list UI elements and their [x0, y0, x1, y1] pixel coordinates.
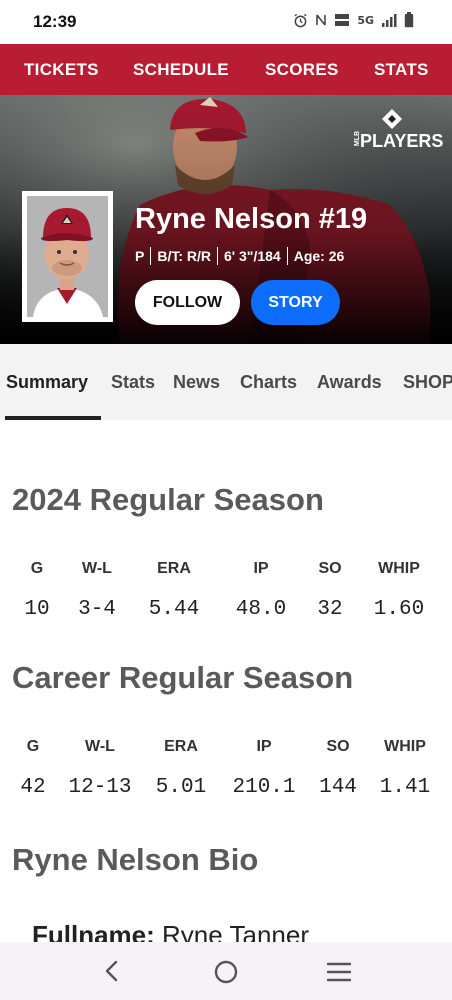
- status-time: 12:39: [33, 12, 77, 31]
- season-value-whip: 1.60: [373, 598, 425, 621]
- player-position: P: [135, 248, 145, 264]
- status-bar: 12:39 5G: [0, 0, 452, 44]
- career-value-ip: 210.1: [232, 776, 296, 799]
- tabs-bar: Summary Stats News Charts Awards SHOP: [0, 344, 452, 420]
- mlb-players-logo: MLB PLAYERS: [352, 107, 444, 157]
- tab-stats[interactable]: Stats: [111, 372, 155, 393]
- tab-summary[interactable]: Summary: [6, 372, 88, 393]
- player-headshot: [22, 191, 113, 322]
- nav-tickets[interactable]: TICKETS: [24, 60, 99, 80]
- career-header-wl: W-L: [85, 738, 115, 755]
- career-value-wl: 12-13: [68, 776, 132, 799]
- follow-button[interactable]: FOLLOW: [135, 280, 240, 325]
- season-value-ip: 48.0: [235, 598, 287, 621]
- season-header-whip: WHIP: [378, 560, 420, 577]
- players-logo-text: PLAYERS: [360, 131, 444, 151]
- season-header-ip: IP: [253, 560, 269, 577]
- player-height-weight: 6' 3"/184: [224, 248, 281, 264]
- alarm-icon: [294, 13, 307, 27]
- career-value-whip: 1.41: [379, 776, 431, 799]
- bio-fullname: Fullname: Ryne Tanner: [32, 920, 309, 942]
- season-header-g: G: [30, 560, 44, 577]
- back-icon[interactable]: [101, 959, 123, 983]
- bio-fullname-label: Fullname:: [32, 920, 155, 942]
- career-value-era: 5.01: [155, 776, 207, 799]
- career-header-whip: WHIP: [384, 738, 426, 755]
- system-nav-bar: [0, 942, 452, 1000]
- career-value-so: 144: [319, 776, 357, 799]
- nav-stats[interactable]: STATS: [374, 60, 429, 80]
- player-hero: MLB PLAYERS Ryne Nelson #19 P B/T: R/R 6…: [0, 95, 452, 344]
- story-button[interactable]: STORY: [251, 280, 340, 325]
- player-meta: P B/T: R/R 6' 3"/184 Age: 26: [135, 247, 344, 265]
- recents-icon[interactable]: [326, 961, 352, 983]
- nav-scores[interactable]: SCORES: [265, 60, 339, 80]
- meta-divider: [150, 247, 152, 265]
- player-age: Age: 26: [293, 248, 345, 264]
- nav-schedule[interactable]: SCHEDULE: [133, 60, 229, 80]
- bio-title: Ryne Nelson Bio: [12, 842, 259, 877]
- nfc-icon: [316, 14, 327, 26]
- season-header-so: SO: [318, 560, 342, 577]
- bio-fullname-value: Ryne Tanner: [162, 920, 309, 942]
- tab-news[interactable]: News: [173, 372, 220, 393]
- player-name: Ryne Nelson #19: [135, 203, 368, 235]
- tab-shop[interactable]: SHOP: [403, 372, 452, 393]
- career-header-so: SO: [326, 738, 350, 755]
- volte-icon: [335, 14, 350, 26]
- career-header-g: G: [26, 738, 40, 755]
- season-header-era: ERA: [157, 560, 191, 577]
- network-type: 5G: [357, 13, 374, 27]
- top-nav: TICKETS SCHEDULE SCORES STATS: [0, 44, 452, 95]
- status-icons: 5G: [293, 12, 414, 28]
- tab-awards[interactable]: Awards: [317, 372, 382, 393]
- season-value-era: 5.44: [148, 598, 200, 621]
- meta-divider: [286, 247, 288, 265]
- headshot-photo: [27, 196, 108, 317]
- summary-content: 2024 Regular Season G W-L ERA IP SO WHIP…: [0, 420, 452, 942]
- battery-icon: [404, 12, 414, 28]
- career-header-era: ERA: [164, 738, 198, 755]
- tab-charts[interactable]: Charts: [240, 372, 297, 393]
- season-value-wl: 3-4: [78, 598, 116, 621]
- career-title: Career Regular Season: [12, 660, 354, 695]
- season-value-so: 32: [317, 598, 343, 621]
- career-value-g: 42: [20, 776, 46, 799]
- season-title: 2024 Regular Season: [12, 482, 324, 517]
- player-bats-throws: B/T: R/R: [157, 248, 212, 264]
- signal-icon: [382, 14, 397, 27]
- career-header-ip: IP: [256, 738, 272, 755]
- season-header-wl: W-L: [82, 560, 112, 577]
- season-value-g: 10: [24, 598, 50, 621]
- home-icon[interactable]: [213, 959, 239, 985]
- meta-divider: [217, 247, 219, 265]
